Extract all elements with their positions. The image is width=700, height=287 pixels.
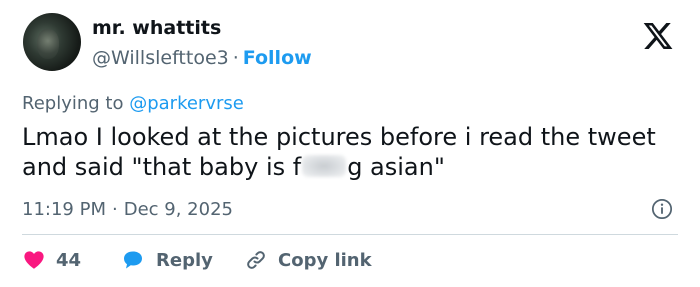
avatar[interactable] <box>23 13 81 71</box>
follow-button[interactable]: Follow <box>243 47 312 69</box>
reply-button[interactable]: Reply <box>120 247 213 273</box>
like-count: 44 <box>56 249 82 271</box>
link-icon <box>247 251 265 269</box>
avatar-photo <box>37 29 59 59</box>
speech-bubble-icon <box>124 251 142 269</box>
tweet-date: Dec 9, 2025 <box>123 199 233 220</box>
copy-link-button[interactable]: Copy link <box>244 247 372 273</box>
author-name[interactable]: mr. whattits <box>92 17 221 39</box>
tweet-text: Lmao I looked at the pictures before i r… <box>22 122 662 182</box>
copy-link-label: Copy link <box>278 249 372 271</box>
tweet-text-part-2: g asian" <box>347 153 445 181</box>
author-handle[interactable]: @Willslefttoe3 <box>92 47 229 69</box>
tweet-time: 11:19 PM <box>22 199 106 220</box>
replying-to-label: Replying to <box>22 93 124 114</box>
heart-icon <box>24 251 44 269</box>
replying-to-mention[interactable]: @parkervrse <box>129 93 244 114</box>
tweet-timestamp[interactable]: 11:19 PM · Dec 9, 2025 <box>22 199 233 220</box>
like-button[interactable]: 44 <box>22 247 81 273</box>
handle-separator: · <box>232 47 239 69</box>
divider <box>22 234 678 235</box>
censor-blur <box>302 155 347 177</box>
x-logo-icon[interactable] <box>641 20 675 52</box>
author-handle-row: @Willslefttoe3 · Follow <box>92 47 312 69</box>
replying-to: Replying to @parkervrse <box>22 93 244 114</box>
timestamp-separator: · <box>111 199 118 220</box>
reply-label: Reply <box>156 249 213 271</box>
info-icon[interactable] <box>651 198 673 220</box>
